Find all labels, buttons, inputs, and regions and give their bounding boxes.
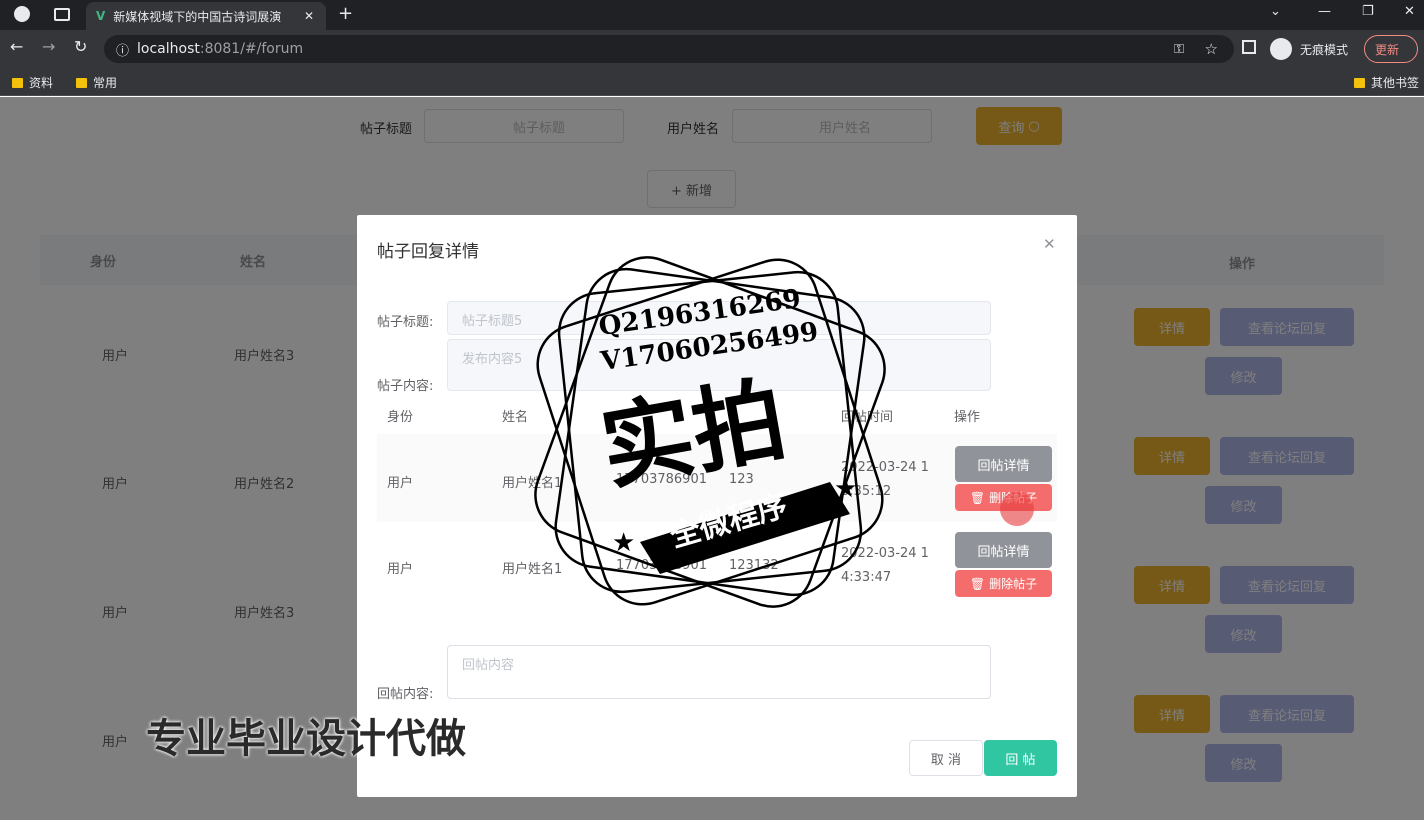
- incognito-icon: [1270, 38, 1292, 60]
- reply2-detail-button[interactable]: 回帖详情: [955, 532, 1052, 568]
- vue-icon: V: [96, 9, 106, 23]
- globe-icon[interactable]: [14, 6, 30, 22]
- reply2-delete-button[interactable]: 🗑 删除帖子: [955, 570, 1052, 597]
- sidebar-icon[interactable]: [1242, 40, 1256, 54]
- cancel-button[interactable]: 取 消: [909, 740, 983, 776]
- url-host: localhost: [137, 41, 200, 57]
- back-icon[interactable]: ←: [10, 37, 23, 56]
- incognito-label: 无痕模式: [1300, 43, 1349, 57]
- cursor-click-indicator: [1000, 492, 1034, 526]
- bookmark-other[interactable]: 其他书签: [1354, 74, 1419, 91]
- bookmark-label: 资料: [29, 76, 54, 90]
- tab-list-icon[interactable]: ⌄: [1270, 4, 1281, 19]
- browser-tab-bar: V 新媒体视域下的中国古诗词展演 ✕ + ⌄ — ❐ ✕: [0, 0, 1424, 30]
- star-icon: ★: [612, 528, 636, 558]
- trash-icon: 🗑: [969, 490, 986, 505]
- info-icon[interactable]: ⓘ: [116, 40, 129, 59]
- delete-label: 删除帖子: [989, 577, 1038, 591]
- dialog-title: 帖子回复详情: [377, 242, 479, 262]
- bookmark-label: 常用: [93, 76, 118, 90]
- address-bar[interactable]: ⓘ localhost:8081/#/forum ⚿ ☆: [104, 35, 1234, 63]
- tab-search-icon[interactable]: [54, 8, 70, 21]
- bookmark-changyong[interactable]: 常用: [76, 74, 117, 91]
- sub-th-actions: 操作: [954, 410, 981, 425]
- reply2-identity: 用户: [387, 562, 414, 577]
- bookmark-label: 其他书签: [1371, 76, 1420, 90]
- tab-title: 新媒体视域下的中国古诗词展演: [113, 9, 282, 24]
- tab-active[interactable]: V 新媒体视域下的中国古诗词展演 ✕: [86, 2, 326, 30]
- forward-icon[interactable]: →: [42, 37, 55, 56]
- post-title-label: 帖子标题:: [377, 315, 434, 330]
- reply-content-input[interactable]: 回帖内容: [447, 645, 991, 699]
- bookmarks-bar: [0, 68, 1424, 96]
- update-button[interactable]: 更新: [1364, 35, 1418, 63]
- close-icon[interactable]: ✕: [1043, 235, 1056, 253]
- reply-content-label: 回帖内容:: [377, 687, 434, 702]
- post-content-label: 帖子内容:: [377, 379, 434, 394]
- url-path: :8081/#/forum: [199, 41, 304, 57]
- submit-reply-button[interactable]: 回 帖: [984, 740, 1057, 776]
- close-tab-icon[interactable]: ✕: [304, 9, 314, 23]
- reload-icon[interactable]: ↻: [74, 37, 87, 56]
- new-tab-button[interactable]: +: [338, 3, 353, 24]
- sub-th-identity: 身份: [387, 410, 414, 425]
- maximize-icon[interactable]: ❐: [1362, 4, 1374, 19]
- watermark-footer: 专业毕业设计代做: [146, 716, 466, 762]
- trash-icon: 🗑: [969, 576, 986, 591]
- bookmark-ziliao[interactable]: 资料: [12, 74, 53, 91]
- folder-icon: [1354, 77, 1365, 88]
- minimize-icon[interactable]: —: [1318, 4, 1331, 19]
- key-icon[interactable]: ⚿: [1174, 42, 1184, 57]
- reply1-identity: 用户: [387, 476, 414, 491]
- reply1-detail-button[interactable]: 回帖详情: [955, 446, 1052, 482]
- folder-icon: [76, 77, 87, 88]
- star-icon[interactable]: ☆: [1205, 40, 1218, 58]
- close-window-icon[interactable]: ✕: [1404, 4, 1415, 19]
- star-icon: ★: [834, 474, 858, 504]
- folder-icon: [12, 77, 23, 88]
